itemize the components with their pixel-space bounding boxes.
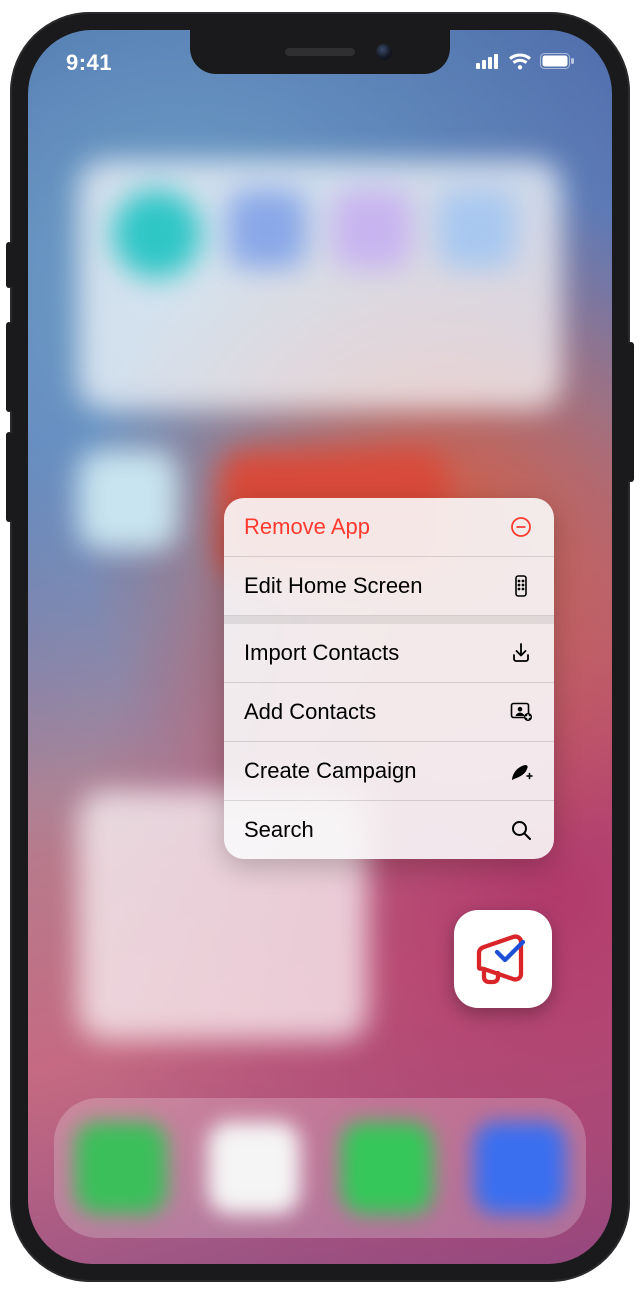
campaigns-app-icon[interactable] bbox=[454, 910, 552, 1008]
menu-item-label: Remove App bbox=[244, 514, 370, 540]
volume-up-button bbox=[6, 322, 12, 412]
app-context-menu: Remove App Edit Home Screen Import Conta… bbox=[224, 498, 554, 859]
megaphone-check-icon bbox=[467, 923, 539, 995]
phone-screen: 9:41 Remove App bbox=[28, 30, 612, 1264]
menu-item-label: Import Contacts bbox=[244, 640, 399, 666]
display-notch bbox=[190, 30, 450, 74]
menu-item-search[interactable]: Search bbox=[224, 801, 554, 859]
dock-app-3[interactable] bbox=[341, 1122, 433, 1214]
menu-item-remove-app[interactable]: Remove App bbox=[224, 498, 554, 557]
wifi-icon bbox=[508, 52, 532, 75]
menu-item-create-campaign[interactable]: Create Campaign bbox=[224, 742, 554, 801]
iphone-frame: 9:41 Remove App bbox=[10, 12, 630, 1282]
person-add-icon bbox=[508, 699, 534, 725]
cellular-signal-icon bbox=[476, 53, 500, 74]
dock-app-4[interactable] bbox=[474, 1122, 566, 1214]
front-camera bbox=[376, 44, 392, 60]
dock-app-1[interactable] bbox=[75, 1122, 167, 1214]
apps-grid-icon bbox=[508, 573, 534, 599]
menu-item-import-contacts[interactable]: Import Contacts bbox=[224, 624, 554, 683]
menu-item-label: Edit Home Screen bbox=[244, 573, 423, 599]
feather-plus-icon bbox=[508, 758, 534, 784]
search-icon bbox=[508, 817, 534, 843]
menu-item-edit-home-screen[interactable]: Edit Home Screen bbox=[224, 557, 554, 616]
menu-item-label: Add Contacts bbox=[244, 699, 376, 725]
menu-item-add-contacts[interactable]: Add Contacts bbox=[224, 683, 554, 742]
mute-switch bbox=[6, 242, 12, 288]
download-icon bbox=[508, 640, 534, 666]
menu-item-label: Search bbox=[244, 817, 314, 843]
menu-item-label: Create Campaign bbox=[244, 758, 416, 784]
menu-separator bbox=[224, 616, 554, 624]
status-time: 9:41 bbox=[66, 50, 112, 76]
dock bbox=[54, 1098, 586, 1238]
power-button bbox=[628, 342, 634, 482]
battery-icon bbox=[540, 53, 574, 74]
earpiece-speaker bbox=[285, 48, 355, 56]
status-indicators bbox=[476, 52, 574, 75]
volume-down-button bbox=[6, 432, 12, 522]
minus-circle-icon bbox=[508, 514, 534, 540]
dock-app-2[interactable] bbox=[208, 1122, 300, 1214]
